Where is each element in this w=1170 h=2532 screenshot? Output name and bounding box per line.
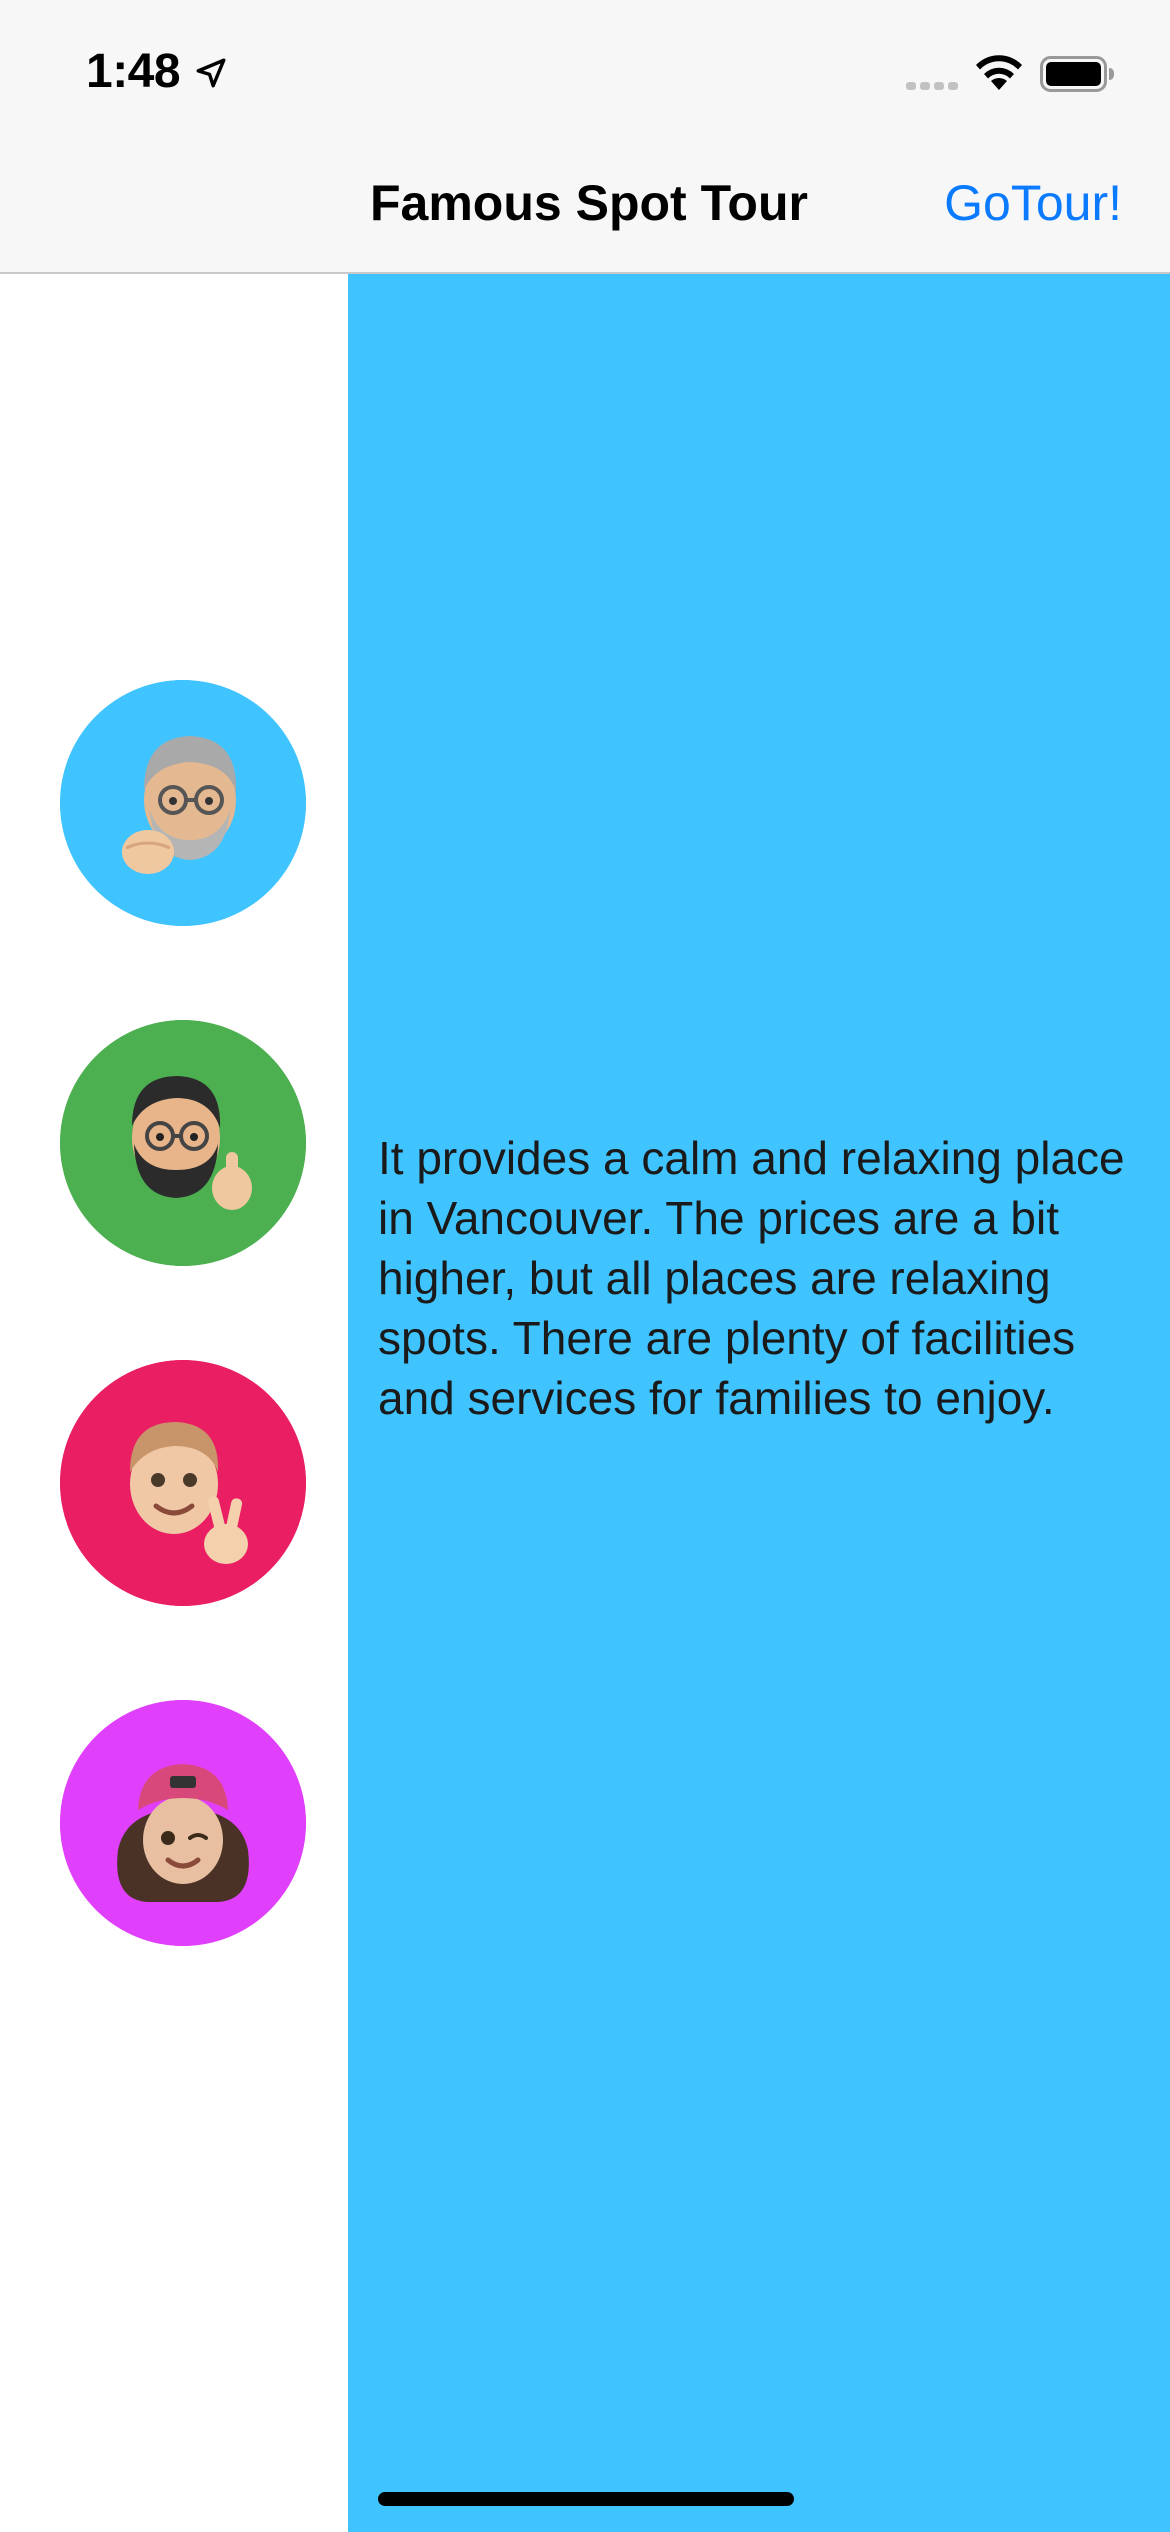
memoji-gray-hair-man-icon bbox=[60, 680, 306, 926]
avatar-button-1[interactable] bbox=[60, 680, 306, 926]
battery-icon bbox=[1040, 56, 1114, 92]
status-bar: 1:48 bbox=[0, 0, 1170, 140]
status-time: 1:48 bbox=[86, 45, 181, 98]
avatar-button-2[interactable] bbox=[60, 1020, 306, 1266]
memoji-bearded-man-icon bbox=[60, 1020, 306, 1266]
wifi-icon bbox=[976, 55, 1022, 90]
memoji-peace-sign-person-icon bbox=[60, 1360, 306, 1606]
spot-description: It provides a calm and relaxing place in… bbox=[378, 1132, 1125, 1424]
gotour-button[interactable]: GoTour! bbox=[944, 174, 1122, 232]
memoji-winking-woman-icon bbox=[60, 1700, 306, 1946]
cellular-signal-icon bbox=[906, 82, 958, 90]
location-arrow-icon bbox=[196, 58, 226, 88]
avatar-button-3[interactable] bbox=[60, 1360, 306, 1606]
page-title: Famous Spot Tour bbox=[370, 175, 808, 231]
navigation-bar: Famous Spot Tour GoTour! bbox=[0, 140, 1170, 274]
avatar-button-4[interactable] bbox=[60, 1700, 306, 1946]
avatar-list bbox=[0, 274, 348, 2532]
screen: 1:48 Famous Spot Tour GoTour! It provide… bbox=[0, 0, 1170, 2532]
home-indicator[interactable] bbox=[378, 2492, 794, 2506]
detail-panel: It provides a calm and relaxing place in… bbox=[348, 274, 1170, 2532]
